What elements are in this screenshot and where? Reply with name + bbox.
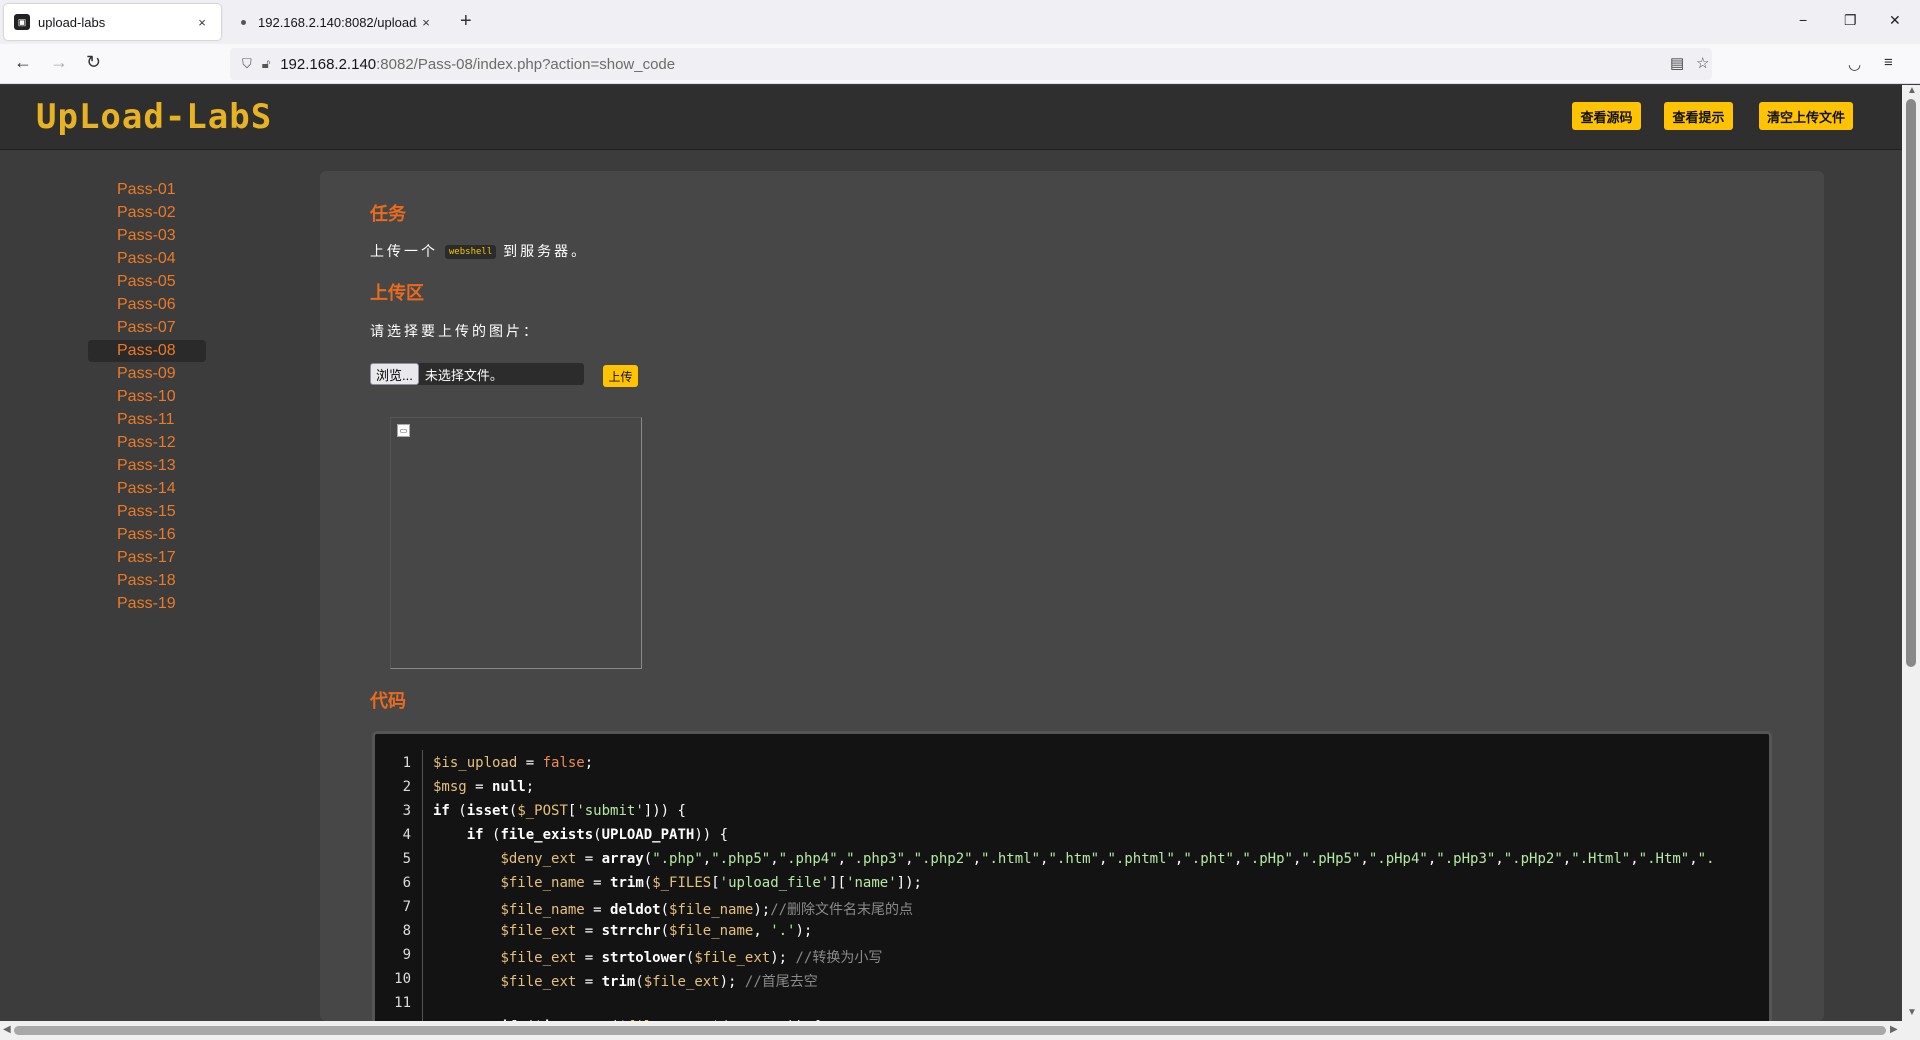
code-word: webshell — [444, 245, 497, 260]
browser-nav-bar: ← → ↻ ⛉ 🔓︎ 192.168.2.140:8082/Pass-08/in… — [0, 44, 1920, 84]
sidebar-item-pass-06[interactable]: Pass-06 — [88, 294, 206, 316]
scroll-left-arrow-icon[interactable]: ◀ — [3, 1024, 11, 1035]
code-title: 代码 — [370, 691, 406, 711]
tab-upload-labs[interactable]: ▣ upload-labs × — [4, 4, 221, 40]
tab-title: upload-labs — [38, 14, 106, 30]
image-preview: ▭ — [390, 417, 642, 669]
reader-view-icon[interactable]: ▤ — [1670, 54, 1684, 72]
clear-uploads-button[interactable]: 清空上传文件 — [1759, 102, 1853, 130]
sidebar-item-pass-11[interactable]: Pass-11 — [88, 409, 206, 431]
sidebar-item-pass-03[interactable]: Pass-03 — [88, 225, 206, 247]
sidebar-item-pass-07[interactable]: Pass-07 — [88, 317, 206, 339]
sidebar-item-pass-12[interactable]: Pass-12 — [88, 432, 206, 454]
view-source-button[interactable]: 查看源码 — [1572, 102, 1641, 130]
view-hint-button[interactable]: 查看提示 — [1664, 102, 1733, 130]
code-line: $file_name = trim($_FILES['upload_file']… — [500, 875, 922, 891]
line-number: 3 — [402, 803, 411, 819]
upload-submit-button[interactable]: 上传 — [603, 365, 638, 387]
gutter-divider — [422, 750, 423, 1028]
upload-title: 上传区 — [370, 283, 424, 303]
broken-image-icon: ▭ — [397, 424, 410, 437]
tab-upload-folder[interactable]: 192.168.2.140:8082/upload// × — [225, 4, 445, 40]
url-host: 192.168.2.140 — [280, 55, 377, 73]
sidebar-item-pass-09[interactable]: Pass-09 — [88, 363, 206, 385]
url-path: :8082/Pass-08/index.php?action=show_code — [376, 55, 676, 73]
vertical-scroll-thumb[interactable] — [1906, 99, 1916, 667]
sidebar-item-pass-14[interactable]: Pass-14 — [88, 478, 206, 500]
sidebar-item-pass-15[interactable]: Pass-15 — [88, 501, 206, 523]
bookmark-star-icon[interactable]: ☆ — [1696, 54, 1709, 72]
site-favicon-icon: ▣ — [14, 14, 30, 30]
code-line: $deny_ext = array(".php",".php5",".php4"… — [500, 851, 1715, 867]
sidebar-item-pass-13[interactable]: Pass-13 — [88, 455, 206, 477]
horizontal-scrollbar[interactable]: ◀ ▶ — [0, 1021, 1920, 1040]
main-panel: 任务 上传一个 webshell 到服务器。 上传区 请选择要上传的图片： 浏览… — [320, 171, 1824, 1031]
line-number: 1 — [402, 755, 411, 771]
line-number: 8 — [402, 923, 411, 939]
code-line: if (isset($_POST['submit'])) { — [433, 803, 686, 819]
sidebar-item-pass-05[interactable]: Pass-05 — [88, 271, 206, 293]
upload-prompt: 请选择要上传的图片： — [370, 323, 540, 339]
sidebar-item-pass-02[interactable]: Pass-02 — [88, 202, 206, 224]
menu-icon[interactable]: ≡ — [1884, 54, 1893, 71]
new-tab-button[interactable]: + — [460, 10, 472, 33]
sidebar-item-pass-17[interactable]: Pass-17 — [88, 547, 206, 569]
sidebar-item-pass-19[interactable]: Pass-19 — [88, 593, 206, 615]
line-number: 11 — [394, 995, 411, 1011]
task-description: 上传一个 webshell 到服务器。 — [370, 241, 588, 261]
line-number: 6 — [402, 875, 411, 891]
reload-icon[interactable]: ↻ — [86, 52, 101, 73]
restore-button[interactable]: ❐ — [1844, 12, 1857, 29]
code-line: $file_ext = trim($file_ext); //首尾去空 — [500, 974, 818, 990]
code-block: 1 2 3 4 5 6 7 8 9 10 11 $is_upload = fal… — [372, 731, 1772, 1031]
tab-title: 192.168.2.140:8082/upload// — [258, 14, 417, 30]
lock-icon[interactable]: 🔓︎ — [262, 56, 270, 72]
forward-arrow-icon[interactable]: → — [50, 52, 68, 73]
line-number: 7 — [402, 899, 411, 915]
line-number: 10 — [394, 971, 411, 987]
site-logo[interactable]: UpLoad-LabS — [36, 97, 272, 137]
sidebar-item-pass-18[interactable]: Pass-18 — [88, 570, 206, 592]
file-status: 未选择文件。 — [424, 367, 503, 383]
horizontal-scroll-thumb[interactable] — [14, 1026, 1886, 1035]
line-number: 5 — [402, 851, 411, 867]
close-tab-icon[interactable]: × — [193, 15, 211, 30]
task-title: 任务 — [370, 204, 406, 224]
vertical-scrollbar[interactable]: ▲ ▼ — [1902, 85, 1920, 1021]
sidebar-item-pass-10[interactable]: Pass-10 — [88, 386, 206, 408]
back-arrow-icon[interactable]: ← — [14, 52, 32, 73]
browser-tab-bar: ▣ upload-labs × 192.168.2.140:8082/uploa… — [0, 0, 1920, 44]
sidebar-item-pass-04[interactable]: Pass-04 — [88, 248, 206, 270]
code-line: $file_ext = strtolower($file_ext); //转换为… — [500, 950, 883, 966]
sidebar-item-pass-08[interactable]: Pass-08 — [88, 340, 206, 362]
sidebar-item-pass-01[interactable]: Pass-01 — [88, 179, 206, 201]
code-line: $msg = null; — [433, 779, 535, 795]
minimize-button[interactable]: − — [1799, 12, 1807, 28]
browse-button[interactable]: 浏览... — [370, 363, 419, 385]
sidebar: Pass-01 Pass-02 Pass-03 Pass-04 Pass-05 … — [0, 151, 320, 1021]
address-bar[interactable]: ⛉ 🔓︎ 192.168.2.140:8082/Pass-08/index.ph… — [230, 48, 1712, 80]
shield-icon[interactable]: ⛉ — [242, 56, 252, 72]
scroll-right-arrow-icon[interactable]: ▶ — [1890, 1024, 1898, 1035]
loading-dot-icon — [241, 19, 246, 25]
task-text-after: 到服务器。 — [503, 243, 589, 259]
line-number: 4 — [402, 827, 411, 843]
file-input[interactable]: 浏览... 未选择文件。 — [370, 363, 584, 385]
window-close-button[interactable]: ✕ — [1889, 12, 1901, 29]
line-number: 2 — [402, 779, 411, 795]
code-line: $is_upload = false; — [433, 755, 594, 771]
line-number: 9 — [402, 947, 411, 963]
code-line: $file_name = deldot($file_name);//删除文件名末… — [500, 902, 914, 918]
site-header: UpLoad-LabS 查看源码 查看提示 清空上传文件 — [0, 85, 1902, 150]
close-tab-icon[interactable]: × — [417, 15, 435, 30]
scroll-down-arrow-icon[interactable]: ▼ — [1907, 1007, 1917, 1018]
scroll-up-arrow-icon[interactable]: ▲ — [1907, 85, 1917, 96]
task-text-before: 上传一个 — [370, 243, 438, 259]
code-line: if (file_exists(UPLOAD_PATH)) { — [466, 827, 729, 843]
pocket-icon[interactable]: ◡ — [1848, 55, 1861, 73]
sidebar-item-pass-16[interactable]: Pass-16 — [88, 524, 206, 546]
code-line: $file_ext = strrchr($file_name, '.'); — [500, 923, 813, 939]
